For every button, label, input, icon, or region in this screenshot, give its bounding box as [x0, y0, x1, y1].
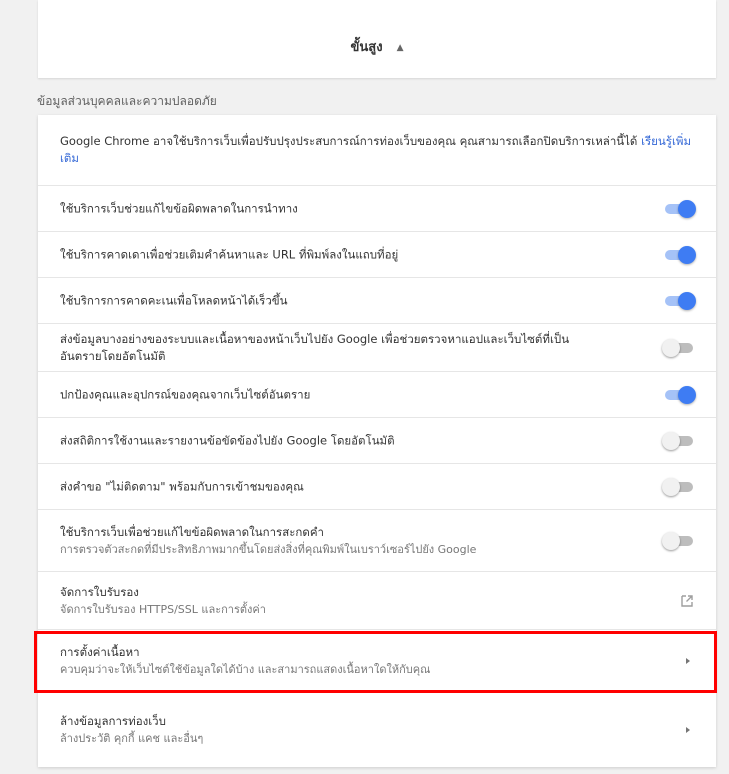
setting-row-search-predictions[interactable]: ใช้บริการคาดเดาเพื่อช่วยเติมคำค้นหาและ U… — [38, 232, 716, 278]
setting-label: จัดการใบรับรอง — [60, 584, 139, 599]
clear-browsing-data-row[interactable]: ล้างข้อมูลการท่องเว็บ ล้างประวัติ คุกกี้… — [38, 693, 716, 767]
setting-label: ใช้บริการการคาดคะเนเพื่อโหลดหน้าได้เร็วข… — [60, 293, 288, 307]
setting-row-preload-pages[interactable]: ใช้บริการการคาดคะเนเพื่อโหลดหน้าได้เร็วข… — [38, 278, 716, 324]
setting-label: ปกป้องคุณและอุปกรณ์ของคุณจากเว็บไซต์อันต… — [60, 387, 311, 401]
setting-label: ใช้บริการคาดเดาเพื่อช่วยเติมคำค้นหาและ U… — [60, 247, 399, 261]
setting-label: ล้างข้อมูลการท่องเว็บ — [60, 714, 166, 728]
setting-sublabel: ควบคุมว่าจะให้เว็บไซต์ใช้ข้อมูลใดได้บ้าง… — [60, 663, 431, 676]
content-settings-row[interactable]: การตั้งค่าเนื้อหา ควบคุมว่าจะให้เว็บไซต์… — [38, 630, 716, 693]
safe-browsing-toggle[interactable] — [662, 385, 696, 404]
setting-label: ส่งสถิติการใช้งานและรายงานข้อขัดข้องไปยั… — [60, 433, 395, 447]
intro-text: Google Chrome อาจใช้บริการเว็บเพื่อปรับป… — [60, 134, 638, 148]
external-link-icon[interactable] — [680, 594, 694, 608]
spelling-service-toggle[interactable] — [662, 531, 696, 550]
setting-row-navigation-errors[interactable]: ใช้บริการเว็บช่วยแก้ไขข้อผิดพลาดในการนำท… — [38, 186, 716, 232]
manage-certificates-row[interactable]: จัดการใบรับรอง จัดการใบรับรอง HTTPS/SSL … — [38, 572, 716, 630]
setting-row-safe-browsing-reports[interactable]: ส่งข้อมูลบางอย่างของระบบและเนื้อหาของหน้… — [38, 324, 716, 372]
setting-row-do-not-track[interactable]: ส่งคำขอ "ไม่ติดตาม" พร้อมกับการเข้าชมของ… — [38, 464, 716, 510]
advanced-label: ขั้นสูง — [350, 40, 383, 55]
setting-row-spelling-service[interactable]: ใช้บริการเว็บเพื่อช่วยแก้ไขข้อผิดพลาดในก… — [38, 510, 716, 572]
setting-label: ส่งคำขอ "ไม่ติดตาม" พร้อมกับการเข้าชมของ… — [60, 479, 304, 493]
safe-browsing-reports-toggle[interactable] — [662, 338, 696, 357]
setting-text: การตั้งค่าเนื้อหา ควบคุมว่าจะให้เว็บไซต์… — [60, 644, 636, 678]
setting-label: การตั้งค่าเนื้อหา — [60, 645, 140, 659]
arrow-right-icon — [686, 658, 690, 664]
setting-row-safe-browsing[interactable]: ปกป้องคุณและอุปกรณ์ของคุณจากเว็บไซต์อันต… — [38, 372, 716, 418]
setting-row-usage-stats[interactable]: ส่งสถิติการใช้งานและรายงานข้อขัดข้องไปยั… — [38, 418, 716, 464]
setting-label: ใช้บริการเว็บช่วยแก้ไขข้อผิดพลาดในการนำท… — [60, 201, 298, 215]
chevron-up-icon: ▲ — [396, 42, 404, 53]
arrow-right-icon — [686, 727, 690, 733]
advanced-header-card: ขั้นสูง ▲ — [38, 0, 716, 78]
navigation-errors-toggle[interactable] — [662, 199, 696, 218]
search-predictions-toggle[interactable] — [662, 245, 696, 264]
privacy-settings-card: Google Chrome อาจใช้บริการเว็บเพื่อปรับป… — [38, 115, 716, 767]
setting-sublabel: จัดการใบรับรอง HTTPS/SSL และการตั้งค่า — [60, 602, 266, 616]
setting-label: ใช้บริการเว็บเพื่อช่วยแก้ไขข้อผิดพลาดในก… — [60, 524, 325, 539]
usage-stats-toggle[interactable] — [662, 431, 696, 450]
preload-pages-toggle[interactable] — [662, 291, 696, 310]
section-title: ข้อมูลส่วนบุคคลและความปลอดภัย — [37, 94, 217, 108]
do-not-track-toggle[interactable] — [662, 477, 696, 496]
setting-text: ใช้บริการเว็บเพื่อช่วยแก้ไขข้อผิดพลาดในก… — [60, 524, 636, 558]
setting-text: จัดการใบรับรอง จัดการใบรับรอง HTTPS/SSL … — [60, 584, 636, 618]
advanced-toggle[interactable]: ขั้นสูง ▲ — [38, 36, 716, 57]
setting-label: ส่งข้อมูลบางอย่างของระบบและเนื้อหาของหน้… — [60, 331, 570, 363]
setting-sublabel: ล้างประวัติ คุกกี้ แคช และอื่นๆ — [60, 732, 204, 745]
setting-text: ล้างข้อมูลการท่องเว็บ ล้างประวัติ คุกกี้… — [60, 713, 636, 747]
intro-text-block: Google Chrome อาจใช้บริการเว็บเพื่อปรับป… — [60, 133, 696, 167]
intro-row: Google Chrome อาจใช้บริการเว็บเพื่อปรับป… — [38, 115, 716, 186]
setting-sublabel: การตรวจตัวสะกดที่มีประสิทธิภาพมากขึ้นโดย… — [60, 542, 477, 556]
